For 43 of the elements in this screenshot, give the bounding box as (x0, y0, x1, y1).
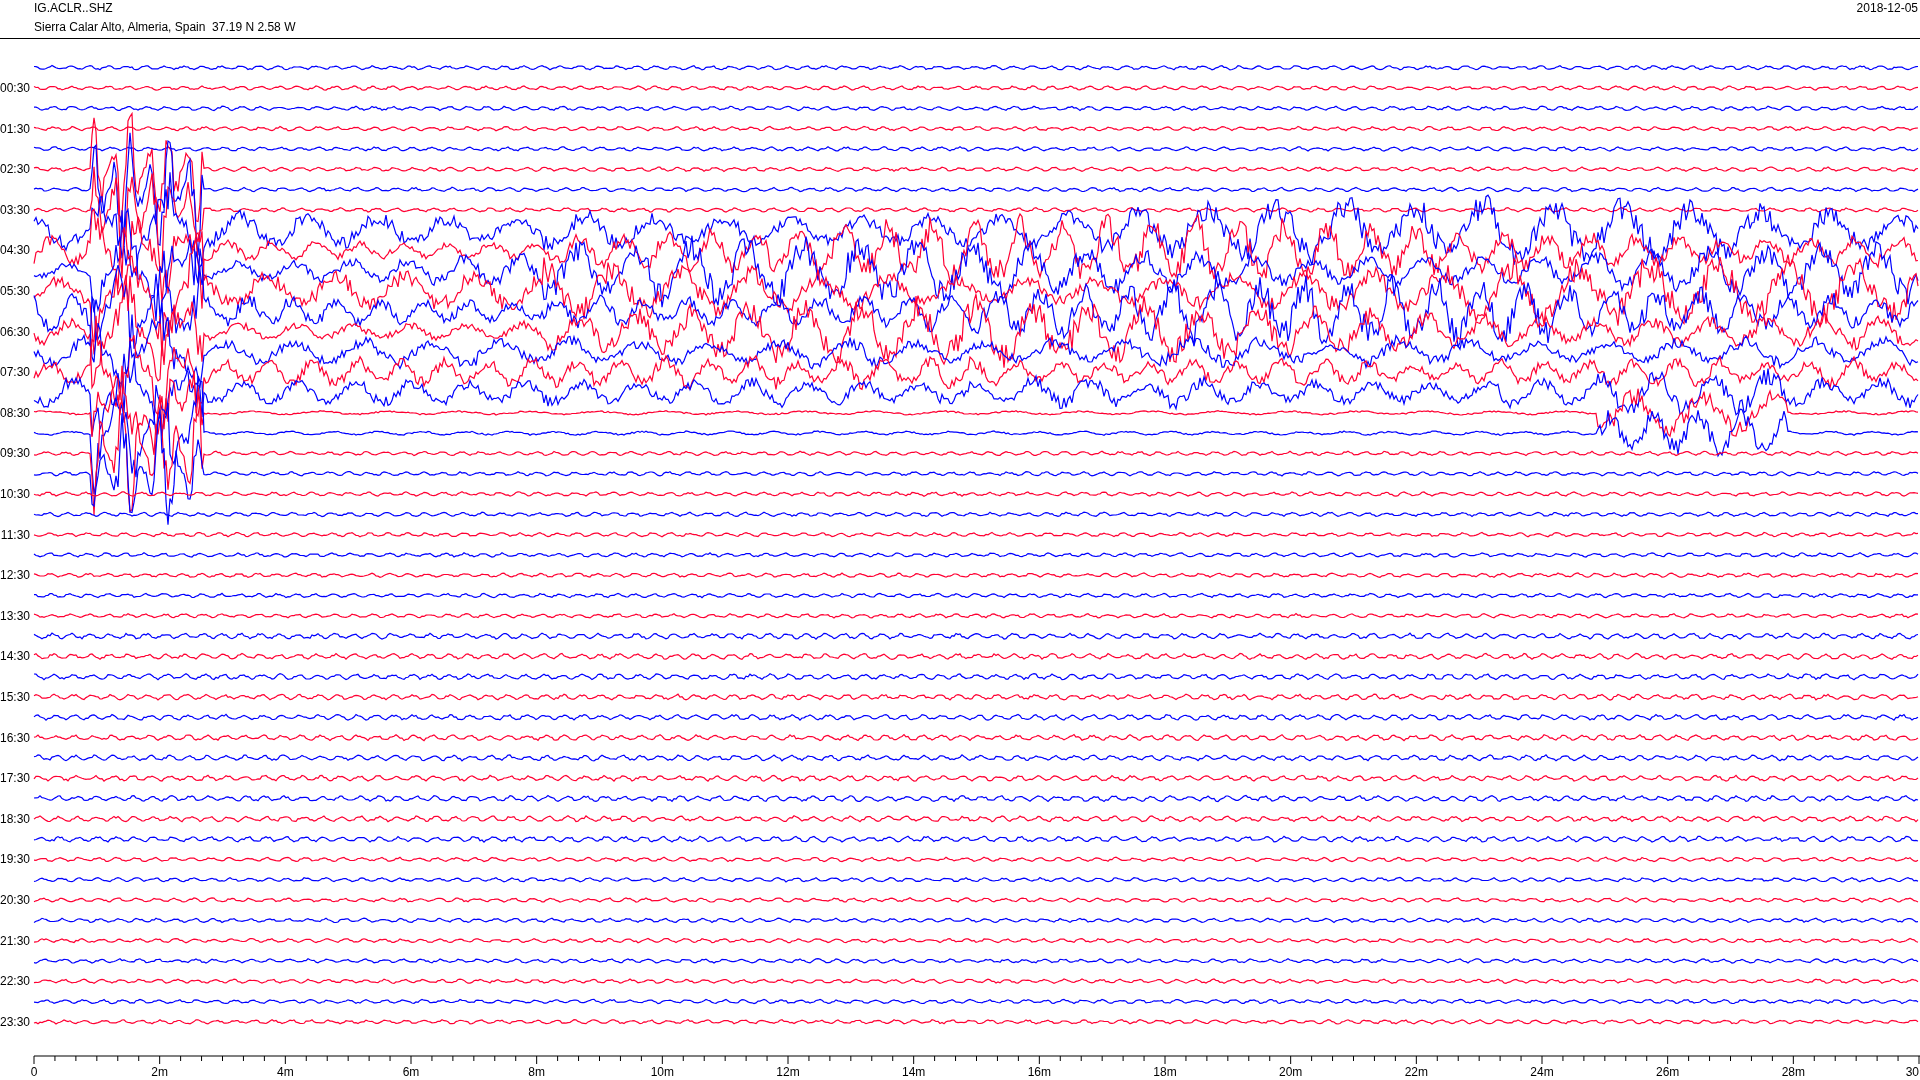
axis-label: 0 (30, 1065, 38, 1079)
time-label: 20:30 (0, 893, 30, 907)
axis-label: 14m (902, 1065, 926, 1079)
time-label: 21:30 (0, 933, 30, 948)
axis-label: 20m (1279, 1065, 1303, 1079)
time-label: 09:30 (0, 446, 30, 461)
axis-label: 28m (1781, 1065, 1805, 1079)
axis-label: 8m (528, 1065, 545, 1079)
axis-label: 18m (1153, 1065, 1177, 1079)
time-label: 10:30 (0, 487, 30, 501)
axis-label: 26m (1656, 1065, 1680, 1079)
time-label: 06:30 (0, 324, 30, 339)
time-label: 02:30 (0, 162, 30, 177)
time-label: 22:30 (0, 974, 30, 989)
time-label: 05:30 (0, 284, 30, 298)
time-label: 14:30 (0, 649, 30, 664)
axis-label: 24m (1530, 1065, 1554, 1079)
axis-label: 4m (277, 1065, 294, 1079)
station-location: Sierra Calar Alto, Almeria, Spain 37.19 N 2.58 W (34, 20, 296, 34)
time-label: 19:30 (0, 852, 30, 867)
axis-label: 10m (650, 1065, 674, 1079)
time-label: 01:30 (0, 121, 30, 136)
axis-label: 6m (402, 1065, 420, 1079)
time-label: 16:30 (0, 730, 30, 745)
plot-date: 2018-12-05 (1856, 1, 1918, 15)
time-label: 18:30 (0, 811, 30, 826)
axis-label: 30 (1905, 1065, 1919, 1079)
time-label: 07:30 (0, 365, 30, 380)
time-label: 04:30 (0, 243, 30, 258)
time-label: 15:30 (0, 690, 30, 704)
time-label: 23:30 (0, 1014, 30, 1029)
time-label: 12:30 (0, 568, 30, 583)
time-label: 08:30 (0, 405, 30, 420)
time-label: 11:30 (0, 527, 30, 542)
time-label: 17:30 (0, 771, 30, 786)
axis-label: 22m (1404, 1065, 1428, 1079)
time-label: 03:30 (0, 202, 30, 217)
axis-label: 16m (1027, 1065, 1051, 1079)
time-label: 13:30 (0, 608, 30, 623)
axis-label: 2m (151, 1065, 168, 1079)
station-code: IG.ACLR..SHZ (34, 1, 113, 15)
time-label: 00:30 (0, 81, 30, 95)
axis-label: 12m (776, 1065, 800, 1079)
